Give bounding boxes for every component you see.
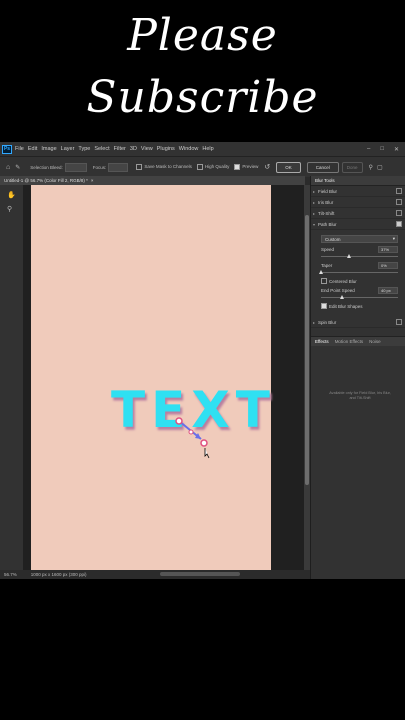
zoom-level[interactable]: 56.7% (4, 572, 17, 577)
save-mask-option[interactable]: Save Mask to Channels (136, 164, 192, 170)
status-bar: 56.7% 1000 px x 1600 px (300 ppi) (0, 570, 310, 579)
menu-help[interactable]: Help (202, 146, 213, 152)
field-blur-checkbox[interactable] (396, 188, 402, 194)
path-blur-checkbox[interactable] (396, 221, 402, 227)
maximize-icon[interactable]: □ (380, 146, 384, 153)
done-button[interactable]: Done (341, 161, 363, 173)
tab-close-icon[interactable]: × (91, 178, 94, 183)
minimize-icon[interactable]: – (367, 146, 370, 153)
zoom-tool-icon[interactable]: ⚲ (7, 205, 12, 213)
document-tab-title: Untitled-1 @ 56.7% (Color Fill 2, RGB/8)… (4, 178, 88, 183)
iris-blur-row[interactable]: ▸ Iris Blur (311, 197, 405, 208)
chevron-right-icon[interactable]: ▸ (313, 320, 315, 325)
menu-3d[interactable]: 3D (130, 146, 137, 152)
centered-blur-option[interactable]: Centered Blur (321, 278, 398, 284)
document-dimensions: 1000 px x 1600 px (300 ppi) (30, 572, 87, 577)
blur-tools-tab[interactable]: Blur Tools (311, 176, 405, 186)
selection-bleed-label: Selection Bleed: (30, 164, 63, 170)
field-blur-row[interactable]: ▸ Field Blur (311, 186, 405, 197)
taper-label: Taper (321, 263, 333, 268)
menu-view[interactable]: View (141, 146, 153, 152)
menu-filter[interactable]: Filter (114, 146, 126, 152)
high-quality-checkbox[interactable] (196, 164, 203, 170)
ok-button[interactable]: OK (276, 161, 301, 173)
speed-slider[interactable] (321, 254, 398, 259)
taper-slider-knob[interactable] (319, 270, 323, 274)
speed-slider-knob[interactable] (347, 254, 352, 258)
spin-blur-row[interactable]: ▸ Spin Blur (311, 317, 405, 328)
menu-plugins[interactable]: Plugins (157, 146, 175, 152)
end-speed-label: End Point Speed (321, 288, 355, 293)
menu-file[interactable]: File (15, 146, 24, 152)
end-speed-value[interactable]: 40 px (378, 287, 398, 294)
search-icon[interactable]: ⚲ (369, 164, 373, 171)
photoshop-logo: Ps (2, 144, 12, 154)
taper-value[interactable]: 0% (378, 262, 398, 269)
edit-blur-shapes-checkbox[interactable] (321, 303, 327, 309)
chevron-right-icon[interactable]: ▸ (313, 189, 315, 194)
menu-bar: Ps File Edit Image Layer Type Select Fil… (0, 142, 405, 156)
reset-icon[interactable]: ↺ (264, 163, 270, 171)
document-tab[interactable]: Untitled-1 @ 56.7% (Color Fill 2, RGB/8)… (0, 176, 305, 185)
options-bar: ⌂ ✎ Selection Bleed: Focus: Save Mask to… (0, 156, 405, 177)
taper-slider[interactable] (319, 270, 398, 275)
hand-tool-icon[interactable]: ✋ (7, 191, 16, 199)
effects-unavailable-message: Available only for Field Blur, Iris Blur… (329, 391, 391, 400)
menu-select[interactable]: Select (94, 146, 109, 152)
centered-blur-checkbox[interactable] (321, 278, 327, 284)
workspace-icon[interactable]: ▢ (377, 164, 383, 171)
horizontal-scrollbar[interactable] (160, 572, 240, 576)
scrollbar-thumb[interactable] (305, 215, 309, 485)
end-speed-slider-knob[interactable] (339, 295, 344, 299)
chevron-right-icon[interactable]: ▸ (313, 211, 315, 216)
preview-option[interactable]: Preview (234, 164, 258, 170)
photoshop-window: Ps File Edit Image Layer Type Select Fil… (0, 142, 405, 579)
iris-blur-checkbox[interactable] (396, 199, 402, 205)
selection-bleed-field[interactable] (64, 162, 87, 172)
chevron-right-icon[interactable]: ▸ (313, 200, 315, 205)
brush-tool-icon[interactable]: ✎ (15, 164, 20, 171)
speed-value[interactable]: 37% (378, 246, 398, 253)
menu-layer[interactable]: Layer (61, 146, 75, 152)
blur-tools-panel: Blur Tools ▸ Field Blur ▸ Iris Blur ▸ Ti… (310, 176, 405, 579)
subscribe-banner: Please Subscribe (0, 0, 405, 140)
tab-noise[interactable]: Noise (369, 339, 381, 344)
cancel-button[interactable]: Cancel (306, 161, 339, 173)
focus-field[interactable] (108, 162, 129, 172)
chevron-down-icon: ▾ (392, 236, 395, 241)
speed-label: Speed (321, 247, 335, 252)
tools-toolbar: ✋ ⚲ (0, 185, 23, 570)
spin-blur-checkbox[interactable] (396, 319, 402, 325)
path-blur-pin[interactable] (171, 413, 221, 463)
tilt-shift-checkbox[interactable] (396, 210, 402, 216)
high-quality-option[interactable]: High Quality (196, 164, 229, 170)
banner-line-2: Subscribe (86, 72, 319, 123)
path-blur-mode-select[interactable]: Custom ▾ (321, 235, 398, 243)
close-icon[interactable]: ✕ (394, 146, 399, 153)
edit-blur-shapes-option[interactable]: Edit Blur Shapes (321, 303, 398, 309)
canvas-area[interactable]: TEXT (23, 185, 305, 570)
menu-type[interactable]: Type (78, 146, 90, 152)
banner-line-1: Please (127, 10, 278, 61)
effects-tabs: Effects Motion Effects Noise (311, 336, 405, 346)
tab-effects[interactable]: Effects (315, 339, 329, 344)
document-canvas[interactable]: TEXT (31, 185, 271, 570)
preview-checkbox[interactable] (234, 164, 241, 170)
path-blur-row[interactable]: ▾ Path Blur (311, 219, 405, 230)
chevron-down-icon[interactable]: ▾ (313, 222, 315, 227)
menu-edit[interactable]: Edit (28, 146, 37, 152)
focus-label: Focus: (92, 164, 107, 170)
menu-image[interactable]: Image (41, 146, 56, 152)
home-icon[interactable]: ⌂ (6, 164, 10, 171)
path-blur-options: Custom ▾ Speed 37% Taper 0% Centered Blur E… (311, 230, 405, 311)
menu-window[interactable]: Window (179, 146, 199, 152)
save-mask-checkbox[interactable] (136, 164, 143, 170)
end-speed-slider[interactable] (321, 295, 398, 300)
tilt-shift-row[interactable]: ▸ Tilt-Shift (311, 208, 405, 219)
tab-motion-effects[interactable]: Motion Effects (335, 339, 363, 344)
